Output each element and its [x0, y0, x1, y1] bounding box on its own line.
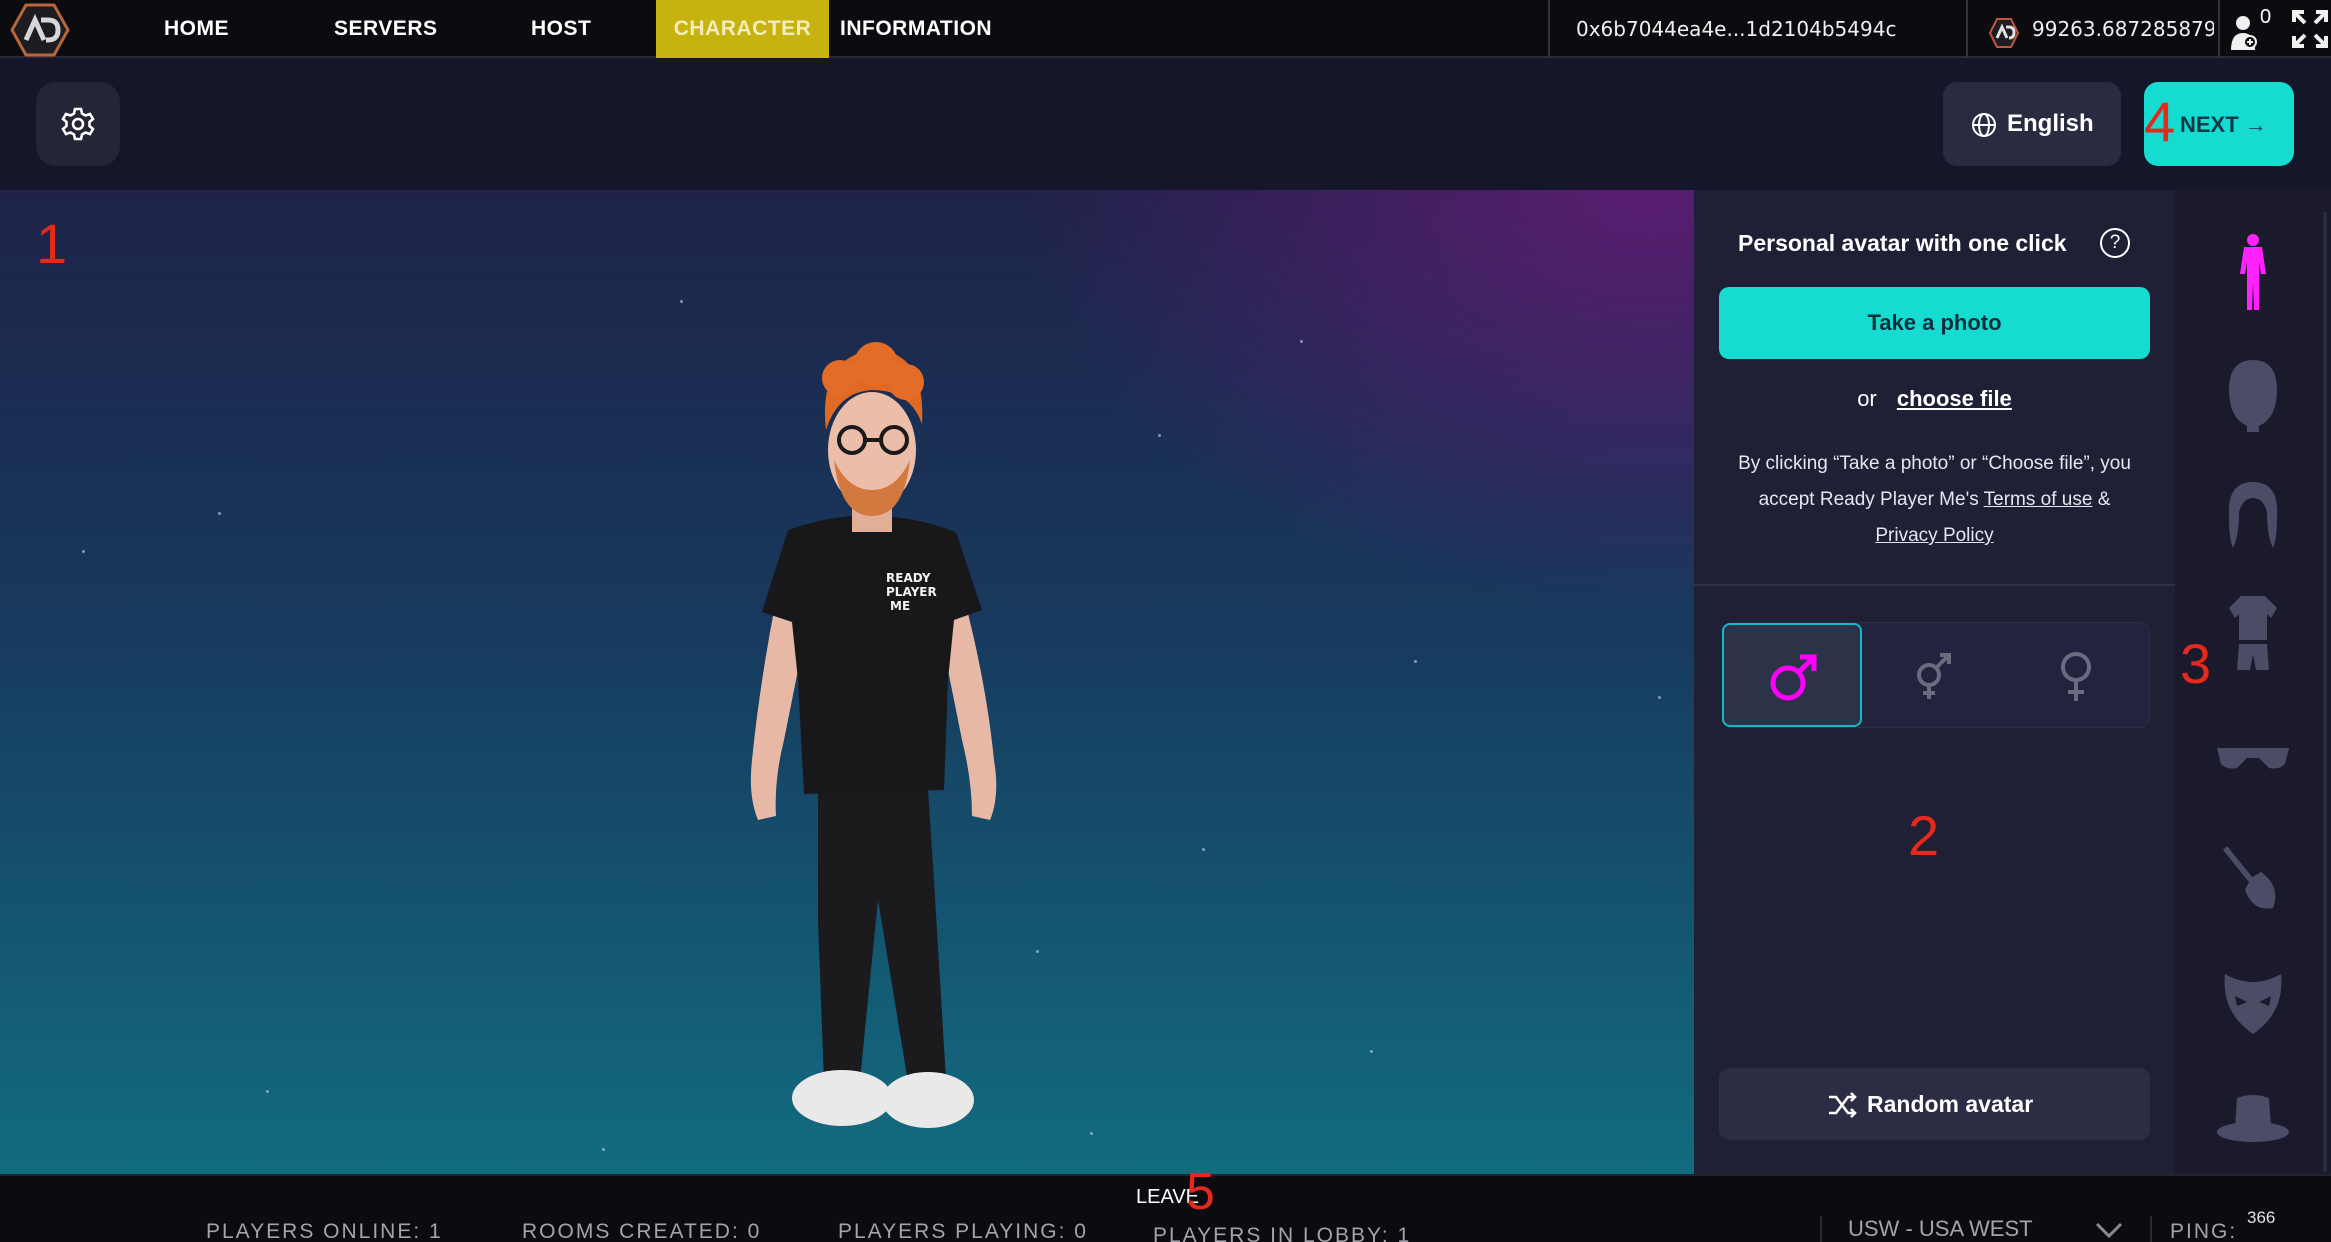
gender-male-option[interactable] — [1722, 623, 1862, 727]
female-symbol-icon — [2061, 652, 2091, 701]
gender-selector — [1722, 622, 2150, 728]
glasses-icon — [2217, 748, 2289, 769]
privacy-policy-link[interactable]: Privacy Policy — [1875, 525, 1993, 546]
players-online: PLAYERS ONLINE: 1 — [206, 1220, 443, 1242]
settings-button[interactable] — [36, 82, 120, 166]
fullscreen-icon[interactable] — [2290, 8, 2330, 50]
head-icon — [2229, 360, 2277, 432]
next-label: NEXT → — [2180, 112, 2267, 137]
neutral-gender-icon — [1917, 653, 1951, 699]
annotation-5: 5 — [1186, 1163, 1215, 1221]
gear-icon — [61, 107, 95, 141]
nav-servers[interactable]: SERVERS — [308, 0, 464, 58]
help-icon[interactable]: ? — [2100, 228, 2130, 258]
shuffle-icon — [1829, 1092, 1857, 1118]
wallet-address[interactable]: 0x6b7044ea4e...1d2104b5494c — [1548, 0, 1968, 58]
category-outfit[interactable] — [2213, 594, 2293, 674]
avatar-figure: READY PLAYER ME — [750, 342, 997, 1128]
legal-and: & — [2097, 489, 2111, 510]
makeup-brush-icon — [2223, 846, 2276, 909]
token-balance: 99263.6872858790 — [1984, 0, 2214, 58]
globe-icon — [1972, 113, 1996, 137]
hat-icon — [2217, 1095, 2289, 1142]
region-value: USW - USA WEST — [1848, 1216, 2033, 1241]
status-bar: LEAVE 5 PLAYERS ONLINE: 1 ROOMS CREATED:… — [0, 1166, 2331, 1242]
category-facewear[interactable] — [2213, 960, 2293, 1040]
svg-text:PLAYER: PLAYER — [886, 585, 937, 599]
user-icon — [2231, 16, 2257, 50]
annotation-3: 3 — [2180, 632, 2212, 695]
annotation-4: 4 — [2144, 90, 2176, 153]
avatar-options-panel: Personal avatar with one click ? Take a … — [1694, 190, 2175, 1174]
outfit-icon — [2229, 596, 2277, 670]
avatar-preview-stage[interactable]: READY PLAYER ME 1 — [0, 190, 1694, 1174]
nav-home[interactable]: HOME — [138, 0, 255, 58]
ping-label: PING: — [2170, 1220, 2238, 1242]
panel-title: Personal avatar with one click — [1738, 230, 2067, 256]
region-select[interactable]: USW - USA WEST — [1820, 1216, 2152, 1242]
nav-host[interactable]: HOST — [505, 0, 617, 58]
top-nav-bar: HOME SERVERS HOST CHARACTER INFORMATION … — [0, 0, 2331, 58]
mask-icon — [2224, 974, 2282, 1034]
nav-information[interactable]: INFORMATION — [814, 0, 1018, 58]
language-label: English — [2007, 110, 2094, 137]
body-icon — [2240, 234, 2266, 310]
language-button[interactable]: English — [1943, 82, 2121, 166]
ping-value: 366 — [2247, 1208, 2276, 1227]
male-symbol-icon — [1770, 654, 1817, 701]
token-coin-icon — [1988, 13, 2020, 48]
gender-female-option[interactable] — [2006, 623, 2146, 727]
players-in-lobby: PLAYERS IN LOBBY: 1 — [1153, 1224, 1412, 1242]
annotation-1: 1 — [36, 212, 68, 275]
take-photo-button[interactable]: Take a photo — [1719, 287, 2150, 359]
random-avatar-label: Random avatar — [1867, 1091, 2034, 1117]
legal-notice: By clicking “Take a photo” or “Choose fi… — [1714, 446, 2155, 554]
category-head[interactable] — [2213, 354, 2293, 434]
svg-text:ME: ME — [890, 599, 910, 613]
gender-neutral-option[interactable] — [1865, 623, 2005, 727]
terms-of-use-link[interactable]: Terms of use — [1984, 489, 2093, 510]
app-root: HOME SERVERS HOST CHARACTER INFORMATION … — [0, 0, 2331, 1242]
nav-character[interactable]: CHARACTER — [656, 0, 829, 58]
or-text: or — [1857, 386, 1877, 411]
players-playing: PLAYERS PLAYING: 0 — [838, 1220, 1088, 1242]
user-profile-button[interactable]: 0 — [2218, 0, 2274, 58]
chevron-down-icon — [2095, 1222, 2123, 1239]
rooms-created: ROOMS CREATED: 0 — [522, 1220, 762, 1242]
hair-icon — [2228, 482, 2278, 548]
app-logo[interactable] — [8, 2, 76, 58]
category-glasses[interactable] — [2213, 716, 2293, 796]
user-count: 0 — [2260, 6, 2272, 28]
panel-divider — [1694, 584, 2175, 586]
choose-file-link[interactable]: choose file — [1897, 386, 2012, 411]
category-body[interactable] — [2213, 232, 2293, 312]
category-hair[interactable] — [2213, 476, 2293, 556]
svg-text:READY: READY — [886, 571, 931, 585]
choose-file-row: or choose file — [1694, 386, 2175, 412]
category-scrollbar[interactable] — [2323, 212, 2327, 1172]
category-makeup[interactable] — [2213, 838, 2293, 918]
category-headwear[interactable] — [2213, 1080, 2293, 1160]
random-avatar-button[interactable]: Random avatar — [1719, 1068, 2150, 1140]
balance-value: 99263.6872858790 — [2032, 17, 2214, 41]
annotation-2: 2 — [1908, 804, 1940, 867]
